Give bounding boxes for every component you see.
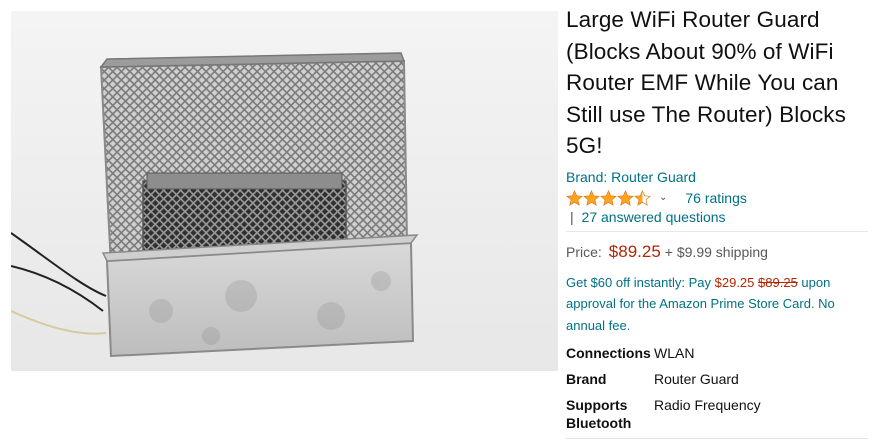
promo-old-price: $89.25 xyxy=(758,274,798,290)
price-value: $89.25 xyxy=(608,241,661,261)
spec-key: Connections xyxy=(566,345,651,361)
chevron-down-icon[interactable]: ⌄ xyxy=(659,192,667,203)
product-title: Large WiFi Router Guard (Blocks About 90… xyxy=(566,7,846,158)
divider xyxy=(566,438,868,439)
separator: | xyxy=(570,208,574,225)
star-icon xyxy=(600,189,617,206)
star-icon xyxy=(617,189,634,206)
spec-row: Connections WLAN xyxy=(566,344,872,362)
brand-link[interactable]: Brand: Router Guard xyxy=(566,169,872,185)
product-image[interactable] xyxy=(11,11,558,371)
spec-value: WLAN xyxy=(654,345,695,361)
divider xyxy=(566,230,868,232)
promo-lead: Get $60 off instantly: Pay xyxy=(566,274,715,290)
shipping-cost: + $9.99 shipping xyxy=(664,243,768,260)
spec-value: Router Guard xyxy=(654,371,739,387)
product-specs: Connections WLAN Brand Router Guard Supp… xyxy=(566,344,872,432)
spec-key: Supports Bluetooth xyxy=(566,397,632,431)
spec-row: Supports Bluetooth Radio Frequency xyxy=(566,396,872,432)
star-icon xyxy=(583,189,600,206)
ratings-count-link[interactable]: 76 ratings xyxy=(685,190,746,206)
promo-new-price: $29.25 xyxy=(714,274,755,290)
star-rating[interactable] xyxy=(566,189,651,206)
answered-questions-link[interactable]: 27 answered questions xyxy=(582,209,726,225)
half-star-icon xyxy=(634,189,651,206)
spec-row: Brand Router Guard xyxy=(566,370,872,388)
price-row: Price: $89.25 + $9.99 shipping xyxy=(566,242,872,262)
spec-value: Radio Frequency xyxy=(654,397,761,413)
spec-key: Brand xyxy=(566,371,607,387)
price-label: Price: xyxy=(566,243,602,260)
prime-card-promo[interactable]: Get $60 off instantly: Pay $29.25 $89.25… xyxy=(566,272,872,337)
product-details: Large WiFi Router Guard (Blocks About 90… xyxy=(566,4,872,440)
star-icon xyxy=(566,189,583,206)
rating-row: ⌄ 76 ratings xyxy=(566,190,872,206)
answered-questions-row: | 27 answered questions xyxy=(566,209,872,225)
router-guard-illustration xyxy=(11,52,419,358)
